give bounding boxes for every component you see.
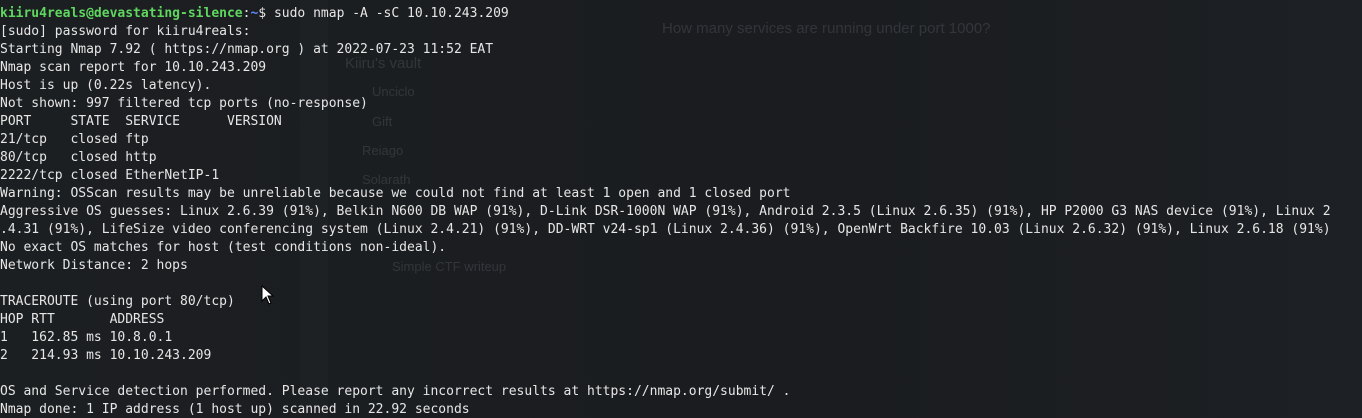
desktop-screen: How many services are running under port… <box>0 0 1362 418</box>
terminal-output-line: Starting Nmap 7.92 ( https://nmap.org ) … <box>0 42 494 57</box>
terminal-output-line: HOP RTT ADDRESS <box>0 312 165 327</box>
terminal-output-line: PORT STATE SERVICE VERSION <box>0 114 282 129</box>
terminal-output-line: Nmap scan report for 10.10.243.209 <box>0 60 267 75</box>
mouse-pointer-icon <box>261 285 275 305</box>
terminal-output-line: 1 162.85 ms 10.8.0.1 <box>0 330 173 345</box>
terminal-output-line: Warning: OSScan results may be unreliabl… <box>0 186 791 201</box>
terminal-output-line: Aggressive OS guesses: Linux 2.6.39 (91%… <box>0 204 1331 219</box>
prompt-command: sudo nmap -A -sC 10.10.243.209 <box>273 6 509 21</box>
terminal-output-line: Host is up (0.22s latency). <box>0 78 212 93</box>
terminal-output-line: 2 214.93 ms 10.10.243.209 <box>0 348 212 363</box>
terminal-output-line: Not shown: 997 filtered tcp ports (no-re… <box>0 96 368 111</box>
terminal-output-line: .4.31 (91%), LifeSize video conferencing… <box>0 222 1331 237</box>
terminal-window[interactable]: kiiru4reals@devastating-silence:~$ sudo … <box>0 0 1362 418</box>
terminal-output-line: 21/tcp closed ftp <box>0 132 149 147</box>
terminal-output-line: 2222/tcp closed EtherNetIP-1 <box>0 168 220 183</box>
terminal-output-line: No exact OS matches for host (test condi… <box>0 240 447 255</box>
terminal-output-line: Nmap done: 1 IP address (1 host up) scan… <box>0 402 470 417</box>
terminal-output-line: 80/tcp closed http <box>0 150 157 165</box>
prompt-user-host: kiiru4reals@devastating-silence <box>0 6 243 21</box>
terminal-output-line: TRACEROUTE (using port 80/tcp) <box>0 294 235 309</box>
terminal-output-line: Network Distance: 2 hops <box>0 258 188 273</box>
terminal-output-line: OS and Service detection performed. Plea… <box>0 384 791 399</box>
terminal-prompt-line: kiiru4reals@devastating-silence:~$ sudo … <box>0 5 1362 23</box>
terminal-output-line: [sudo] password for kiiru4reals: <box>0 24 251 39</box>
prompt-symbol: $ <box>258 6 274 21</box>
